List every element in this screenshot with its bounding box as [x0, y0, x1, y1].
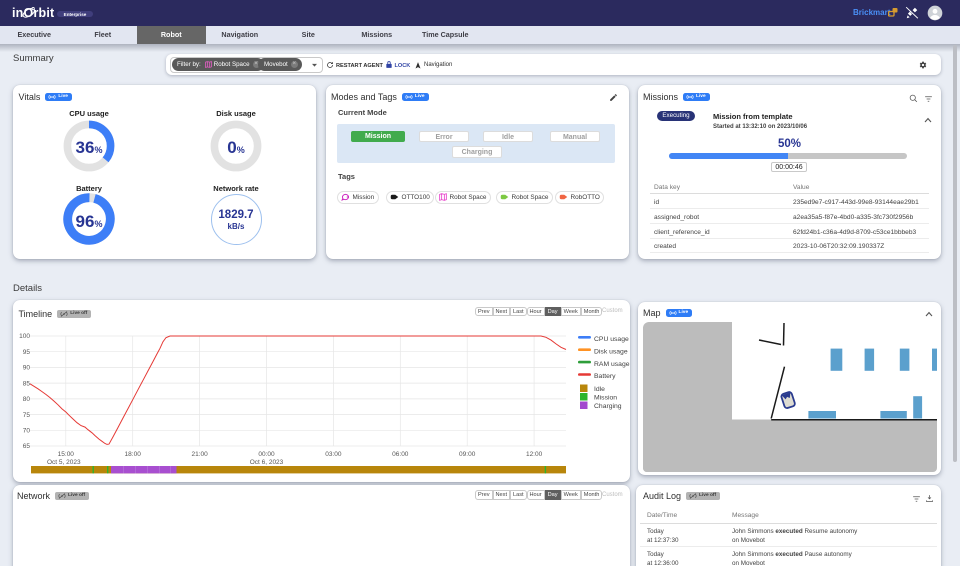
svg-text:95: 95: [23, 349, 31, 356]
svg-text:15:00: 15:00: [58, 451, 75, 458]
svg-text:09:00: 09:00: [459, 451, 476, 458]
svg-text:Battery: Battery: [594, 373, 616, 380]
svg-text:21:00: 21:00: [191, 451, 208, 458]
svg-text:85: 85: [23, 380, 31, 387]
svg-text:CPU usage: CPU usage: [594, 336, 629, 343]
svg-text:Disk usage: Disk usage: [594, 348, 628, 355]
svg-text:90: 90: [23, 365, 31, 372]
svg-text:00:00: 00:00: [258, 451, 275, 458]
svg-text:Oct 6, 2023: Oct 6, 2023: [250, 459, 284, 466]
svg-text:12:00: 12:00: [526, 451, 543, 458]
svg-text:70: 70: [23, 428, 31, 435]
svg-text:Mission: Mission: [594, 395, 617, 402]
svg-text:100: 100: [19, 333, 30, 340]
svg-text:Oct 5, 2023: Oct 5, 2023: [47, 459, 81, 466]
svg-text:Idle: Idle: [594, 386, 605, 393]
svg-text:65: 65: [23, 443, 31, 450]
svg-text:Charging: Charging: [594, 403, 622, 410]
svg-text:06:00: 06:00: [392, 451, 409, 458]
svg-text:80: 80: [23, 396, 31, 403]
svg-text:75: 75: [23, 412, 31, 419]
svg-text:18:00: 18:00: [125, 451, 142, 458]
svg-text:03:00: 03:00: [325, 451, 342, 458]
svg-text:RAM usage: RAM usage: [594, 361, 630, 368]
